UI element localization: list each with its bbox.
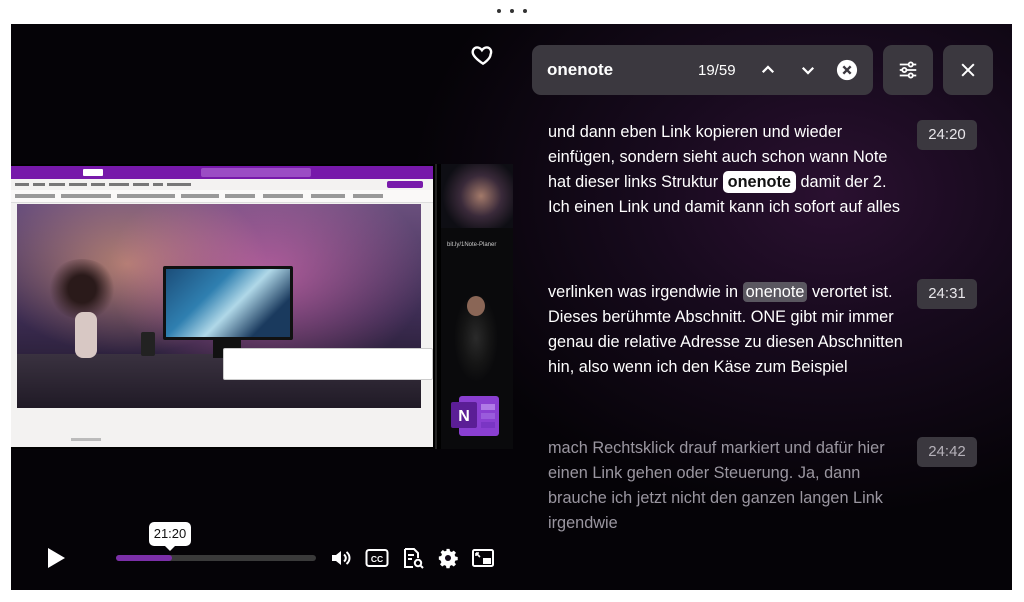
transcript-segment[interactable]: mach Rechtsklick drauf markiert und dafü… bbox=[548, 436, 908, 536]
volume-icon[interactable] bbox=[329, 546, 353, 570]
drag-dots-icon[interactable] bbox=[497, 9, 527, 15]
floating-toolbar bbox=[223, 348, 433, 380]
presenter-avatar bbox=[441, 164, 513, 228]
transcript-search-icon[interactable] bbox=[401, 546, 425, 570]
video-frame[interactable]: bit.ly/1Note-Planer N bbox=[11, 164, 513, 449]
timestamp-button[interactable]: 24:31 bbox=[917, 279, 977, 309]
play-icon[interactable] bbox=[43, 546, 67, 570]
clear-circle-icon[interactable] bbox=[835, 58, 859, 82]
svg-text:CC: CC bbox=[371, 554, 383, 564]
onenote-logo-icon: N bbox=[451, 396, 499, 436]
chevron-up-icon[interactable] bbox=[756, 58, 780, 82]
close-icon[interactable] bbox=[943, 45, 993, 95]
search-input[interactable]: onenote bbox=[547, 60, 613, 80]
timestamp-button[interactable]: 24:20 bbox=[917, 120, 977, 150]
segment-text: mach Rechtsklick drauf markiert und dafü… bbox=[548, 439, 885, 532]
picture-in-picture-icon[interactable] bbox=[471, 546, 495, 570]
svg-text:N: N bbox=[458, 408, 470, 425]
presenter-figure bbox=[449, 292, 503, 384]
window-top-bar bbox=[0, 0, 1024, 24]
transcript-segment[interactable]: und dann eben Link kopieren und wieder e… bbox=[548, 120, 908, 220]
match-highlight: onenote bbox=[742, 282, 808, 302]
gear-icon[interactable] bbox=[436, 546, 460, 570]
transcript-segment[interactable]: verlinken was irgendwie in onenote veror… bbox=[548, 280, 908, 380]
chevron-down-icon[interactable] bbox=[796, 58, 820, 82]
app-toolbar bbox=[11, 190, 433, 203]
segment-text: verlinken was irgendwie in bbox=[548, 283, 743, 301]
sliders-icon[interactable] bbox=[883, 45, 933, 95]
timestamp-button[interactable]: 24:42 bbox=[917, 437, 977, 467]
current-time-tooltip: 21:20 bbox=[149, 522, 191, 551]
side-url: bit.ly/1Note-Planer bbox=[447, 242, 497, 248]
video-side-panel: bit.ly/1Note-Planer N bbox=[441, 164, 513, 449]
match-counter: 19/59 bbox=[698, 62, 736, 79]
progress-bar[interactable] bbox=[116, 555, 316, 561]
video-player: bit.ly/1Note-Planer N onenote 19/59 und … bbox=[11, 24, 1012, 590]
active-match-highlight: onenote bbox=[722, 171, 796, 193]
video-screen-recording bbox=[11, 166, 433, 447]
heart-icon[interactable] bbox=[470, 42, 496, 68]
app-menu-row bbox=[11, 179, 433, 190]
cc-icon[interactable]: CC bbox=[365, 546, 389, 570]
progress-fill bbox=[116, 555, 172, 561]
app-title-bar bbox=[11, 166, 433, 179]
transcript-search-bar: onenote 19/59 bbox=[532, 45, 873, 95]
